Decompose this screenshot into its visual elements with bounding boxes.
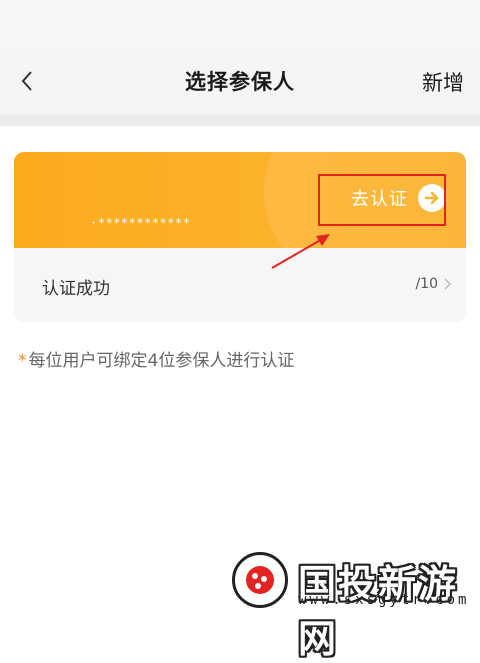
chevron-right-icon: [444, 278, 452, 290]
status-bar: [0, 0, 480, 48]
divider: [0, 114, 480, 126]
binding-count[interactable]: /10: [415, 276, 452, 292]
note-text: 每位用户可绑定4位参保人进行认证: [28, 351, 295, 371]
page-title: 选择参保人: [185, 70, 295, 94]
binding-limit-note: * 每位用户可绑定4位参保人进行认证: [18, 346, 294, 371]
binding-count-label: /10: [415, 276, 438, 292]
navigation-bar: 选择参保人 新增: [0, 48, 480, 114]
watermark-url: www.sxsgytr.com: [298, 592, 470, 608]
verification-status: 认证成功: [42, 279, 110, 299]
card-status-row[interactable]: 认证成功 /10: [14, 248, 466, 322]
note-asterisk: *: [18, 351, 27, 371]
watermark-brand: 国投新游网: [298, 562, 459, 661]
add-insured-button[interactable]: 新增: [422, 67, 464, 97]
masked-id-number: ·************: [90, 216, 191, 230]
watermark-logo: [232, 552, 288, 608]
annotation-highlight-box: [318, 174, 446, 226]
